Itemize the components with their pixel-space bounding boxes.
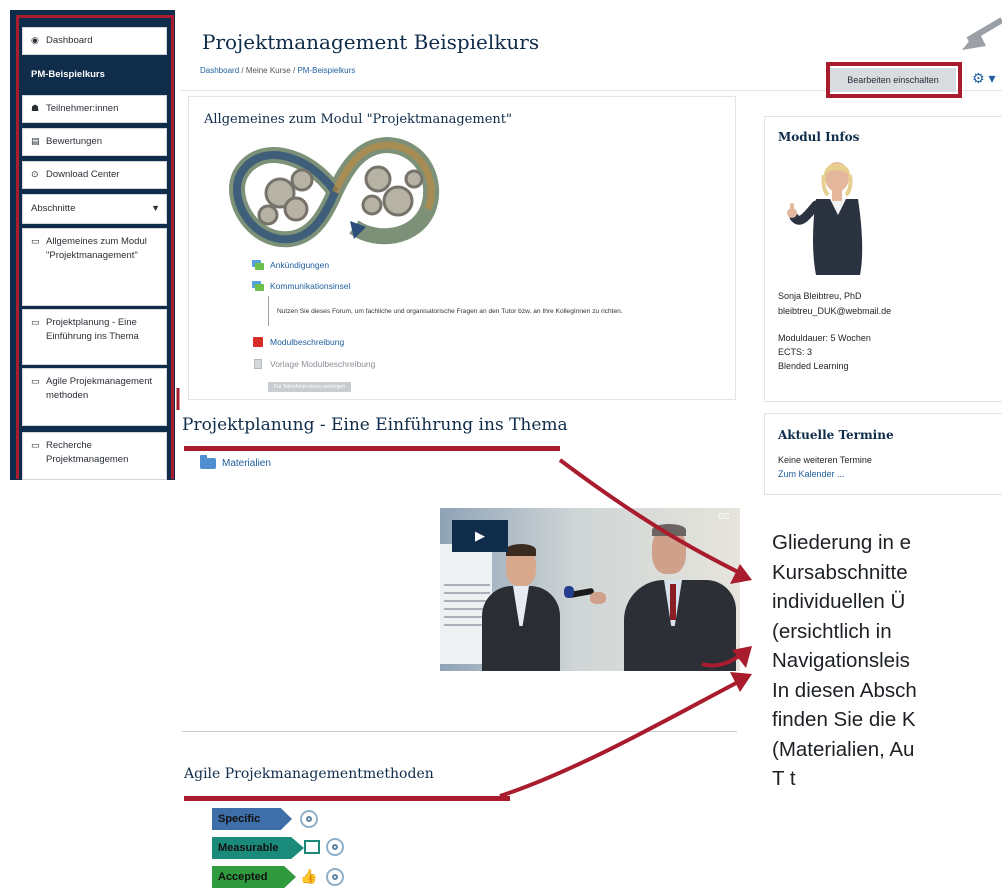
smart-label: Measurable [212, 837, 304, 859]
smart-label: Specific [212, 808, 292, 830]
callout-line: individuellen Ü [772, 590, 906, 613]
activity-module-description[interactable]: Modulbeschreibung [252, 337, 344, 347]
section-planning-highlight [184, 446, 560, 451]
materials-folder-link[interactable]: Materialien [200, 455, 271, 469]
module-format: Blended Learning [778, 361, 849, 371]
pdf-icon [252, 337, 264, 347]
callout-line: In diesen Absch [772, 678, 917, 702]
activity-module-template[interactable]: Vorlage Modulbeschreibung [252, 359, 375, 369]
activity-communication-forum[interactable]: Kommunikationsinsel [252, 281, 350, 291]
breadcrumb-my-courses[interactable]: Meine Kurse [246, 66, 291, 75]
target-icon [326, 868, 344, 886]
section-general-title: Allgemeines zum Modul "Projektmanagement… [204, 112, 512, 127]
gear-icon[interactable]: ⚙ ▾ [972, 70, 995, 87]
file-icon [252, 359, 264, 369]
forum-description: Nutzen Sie dieses Forum, um fachliche un… [268, 296, 738, 326]
activity-label: Kommunikationsinsel [270, 281, 351, 291]
breadcrumb-dashboard[interactable]: Dashboard [200, 66, 239, 75]
smart-label: Accepted [212, 866, 296, 888]
section-divider [182, 731, 737, 732]
section-planning-title: Projektplanung - Eine Einführung ins The… [182, 415, 568, 435]
module-duration: Moduldauer: 5 Wochen [778, 333, 871, 343]
calendar-link[interactable]: Zum Kalender ... [778, 468, 845, 481]
target-icon [326, 838, 344, 856]
sidebar-highlight-frame [16, 15, 174, 479]
header-divider [180, 90, 740, 91]
tutor-avatar [787, 162, 863, 275]
callout-line: Gliederung in e [772, 531, 912, 554]
callout-line: (Materialien, Au [772, 737, 915, 761]
callout-line: finden Sie die K [772, 708, 916, 731]
section-agile-title: Agile Projekmanagementmethoden [184, 766, 434, 782]
block-modul-title: Modul Infos [778, 130, 860, 144]
callout-line: Navigationsleis [772, 649, 910, 672]
callout-line: (ersichtlich in [772, 619, 892, 643]
no-events-text: Keine weiteren Termine [778, 455, 872, 465]
edit-button-highlight-frame [826, 62, 962, 98]
folder-icon [200, 455, 216, 469]
tutor-email[interactable]: bleibtreu_DUK@webmail.de [778, 305, 891, 318]
breadcrumb-course[interactable]: PM-Beispielkurs [297, 66, 355, 75]
smart-specific: Specific [212, 808, 292, 830]
folder-label: Materialien [222, 458, 271, 469]
smart-accepted: Accepted [212, 866, 296, 888]
breadcrumb: Dashboard / Meine Kurse / PM-Beispielkur… [200, 66, 355, 75]
forum-icon [252, 260, 264, 270]
play-button[interactable]: ▶ [452, 520, 508, 552]
infinity-gears-image [229, 136, 440, 248]
hidden-from-students-badge: Für Teilnehmer:innen verborgen [268, 382, 351, 392]
thumbs-up-icon: 👍 [300, 868, 318, 884]
page-title: Projektmanagement Beispielkurs [202, 30, 540, 54]
callout-line: Kursabschnitte [772, 560, 908, 584]
activity-label: Modulbeschreibung [270, 337, 345, 347]
section-agile-highlight [184, 796, 510, 801]
target-icon [300, 810, 318, 828]
activity-announcements[interactable]: Ankündigungen [252, 260, 329, 270]
callout-line: T t [772, 767, 796, 790]
module-ects: ECTS: 3 [778, 347, 813, 357]
smart-measurable: Measurable [212, 837, 304, 859]
activity-label: Ankündigungen [270, 260, 330, 270]
block-termine-title: Aktuelle Termine [778, 428, 894, 442]
activity-label: Vorlage Modulbeschreibung [270, 359, 376, 369]
annotation-callout-text: Gliederung in e Kursabschnitte individue… [772, 528, 1002, 794]
measure-box-icon [304, 840, 320, 854]
forum-icon [252, 281, 264, 291]
play-icon: ▶ [475, 528, 485, 543]
cc-label[interactable]: CC [718, 512, 730, 521]
tutor-name: Sonja Bleibtreu, PhD [778, 291, 862, 301]
